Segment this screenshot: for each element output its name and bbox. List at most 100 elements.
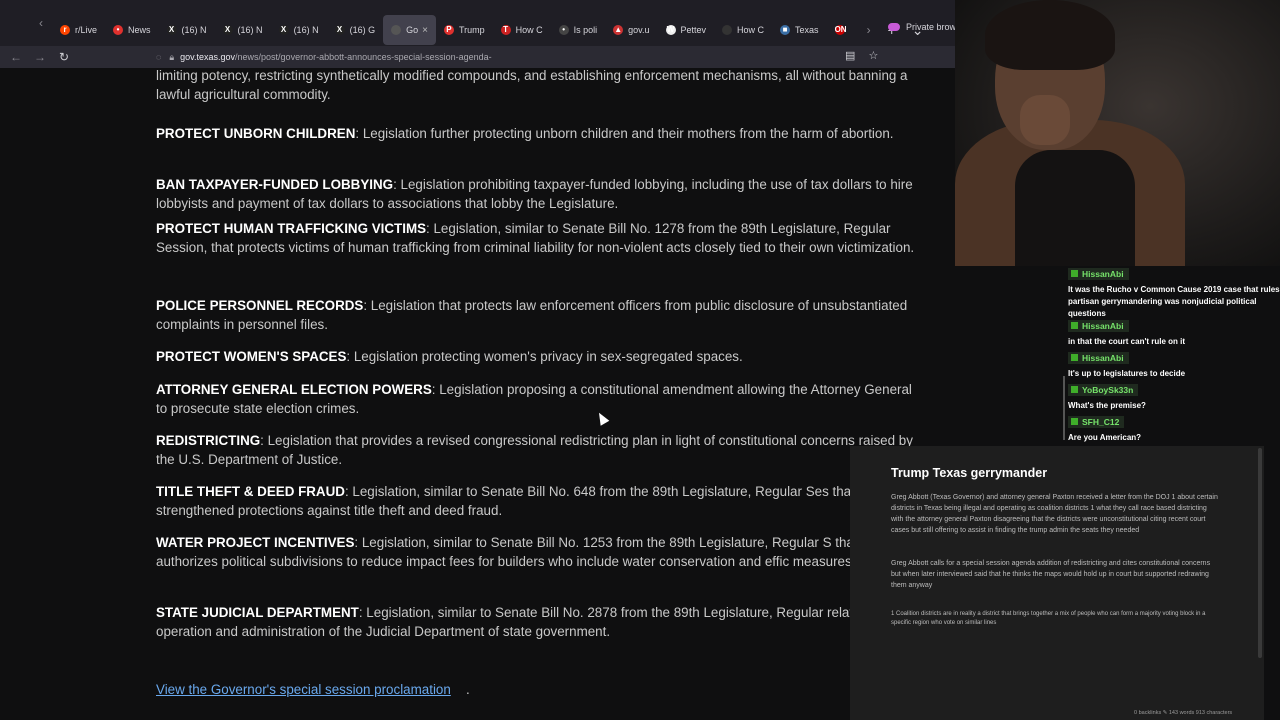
browser-tab[interactable]: X (16) N <box>159 15 215 45</box>
agenda-item-title: BAN TAXPAYER-FUNDED LOBBYING <box>156 177 394 192</box>
tab-label: How C <box>515 25 543 35</box>
tab-favicon-icon: T <box>500 25 511 35</box>
tab-label: Is poli <box>573 25 598 35</box>
browser-tab[interactable]: X (16) N <box>271 15 327 45</box>
agenda-item-title: PROTECT UNBORN CHILDREN <box>156 126 356 141</box>
tab-favicon-icon <box>722 25 733 35</box>
chat-message: HissanAbi It's up to legislatures to deci… <box>1068 348 1280 380</box>
tab-label: How C <box>737 25 765 35</box>
chat-message-text: It was the Rucho v Common Cause 2019 cas… <box>1068 285 1280 318</box>
browser-tab[interactable]: ON <box>827 15 858 45</box>
streamer-hand <box>1020 95 1070 145</box>
browser-tab[interactable]: r r/Live <box>52 15 105 45</box>
url-host: gov.texas.gov <box>180 52 236 62</box>
note-paragraph-1: Greg Abbott (Texas Governor) and attorne… <box>891 494 1218 534</box>
forward-arrow-icon[interactable]: → <box>28 50 52 64</box>
private-browsing-indicator: Private browsi <box>888 22 963 32</box>
agenda-item: PROTECT UNBORN CHILDREN: Legislation fur… <box>156 124 916 143</box>
browser-tab[interactable]: X (16) G <box>327 15 384 45</box>
chat-message-text: What's the premise? <box>1068 401 1146 410</box>
reader-view-icon[interactable]: ▤ <box>845 50 855 62</box>
note-title: Trump Texas gerrymander <box>891 466 1048 480</box>
tab-label: gov.u <box>628 25 650 35</box>
back-arrow-icon[interactable]: ← <box>4 50 28 64</box>
tab-favicon-icon: W <box>665 25 676 35</box>
tab-scroll-right-icon[interactable]: › <box>858 23 880 37</box>
chat-username-text: HissanAbi <box>1082 320 1124 331</box>
tab-favicon-icon: P <box>443 25 454 35</box>
chat-scrollbar[interactable] <box>1063 376 1065 440</box>
agenda-item: POLICE PERSONNEL RECORDS: Legislation th… <box>156 296 916 334</box>
reload-icon[interactable]: ↻ <box>52 50 76 64</box>
chat-username[interactable]: HissanAbi <box>1068 267 1129 280</box>
tab-label: r/Live <box>75 25 98 35</box>
chat-username[interactable]: SFH_C12 <box>1068 415 1125 428</box>
tab-favicon-icon: X <box>334 25 345 35</box>
tab-favicon-icon: • <box>558 25 569 35</box>
tab-label: (16) N <box>181 25 207 35</box>
chat-overlay: HissanAbi It was the Rucho v Common Cause… <box>1062 266 1280 446</box>
agenda-item-title: STATE JUDICIAL DEPARTMENT <box>156 605 359 620</box>
agenda-item: REDISTRICTING: Legislation that provides… <box>156 431 916 469</box>
tab-close-icon[interactable]: × <box>422 25 428 36</box>
tab-favicon-icon: X <box>222 25 233 35</box>
url-bar[interactable]: ◌ 🔒︎ gov.texas.gov /news/post/governor-a… <box>156 48 886 66</box>
tab-favicon-icon: ▲ <box>613 25 624 35</box>
tab-favicon-icon: X <box>166 25 177 35</box>
agenda-item-title: ATTORNEY GENERAL ELECTION POWERS <box>156 382 432 397</box>
tab-scroll-left-icon[interactable]: ‹ <box>30 16 52 30</box>
notes-panel: Trump Texas gerrymander Greg Abbott (Tex… <box>850 446 1264 720</box>
agenda-item: PROTECT HUMAN TRAFFICKING VICTIMS: Legis… <box>156 219 916 257</box>
tab-label: Trump <box>458 25 485 35</box>
webcam-overlay <box>955 0 1280 266</box>
tab-label: Go <box>406 25 419 35</box>
notes-scrollbar[interactable] <box>1258 448 1262 658</box>
chat-username-text: YoBoySk33n <box>1082 384 1134 395</box>
chat-username[interactable]: HissanAbi <box>1068 319 1129 332</box>
private-mask-icon <box>888 23 900 31</box>
chat-message: HissanAbi in that the court can't rule on… <box>1068 316 1280 348</box>
browser-tab[interactable]: • News <box>105 15 159 45</box>
agenda-item: WATER PROJECT INCENTIVES: Legislation, s… <box>156 533 916 571</box>
browser-tab[interactable]: W Pettev <box>658 15 715 45</box>
proclamation-period: . <box>466 682 470 697</box>
browser-tab[interactable]: X (16) N <box>215 15 271 45</box>
browser-tab[interactable]: ■ Texas <box>772 15 827 45</box>
tab-label: (16) N <box>237 25 263 35</box>
chat-message-text: It's up to legislatures to decide <box>1068 369 1186 378</box>
browser-tab[interactable]: ▲ gov.u <box>605 15 657 45</box>
agenda-item-title: REDISTRICTING <box>156 433 261 448</box>
note-paragraph-2: Greg Abbott calls for a special session … <box>891 560 1211 589</box>
tab-favicon-icon: • <box>113 25 124 35</box>
tab-label: News <box>128 25 151 35</box>
browser-tab[interactable]: • Is poli <box>551 15 606 45</box>
browser-tab[interactable]: Go × <box>383 15 436 45</box>
agenda-item: BAN TAXPAYER-FUNDED LOBBYING: Legislatio… <box>156 175 916 213</box>
streamer-shirt <box>1015 150 1135 266</box>
chat-badge-icon <box>1071 270 1078 277</box>
tab-strip: r r/Live • News X (16) N X (16) N X (16) N X (16) G… <box>52 1 858 45</box>
bookmark-star-icon[interactable]: ☆ <box>868 50 878 62</box>
browser-tab[interactable]: P Trump <box>436 15 493 45</box>
browser-tab[interactable]: T How C <box>493 15 551 45</box>
tab-label: (16) G <box>349 25 376 35</box>
lock-icon[interactable]: 🔒︎ <box>169 52 174 63</box>
screen: ‹ r r/Live • News X (16) N X (16) N X (16) N X (16)… <box>0 0 1280 720</box>
chat-badge-icon <box>1071 354 1078 361</box>
chat-message-text: Are you American? <box>1068 433 1142 442</box>
chat-username[interactable]: YoBoySk33n <box>1068 383 1139 396</box>
tab-favicon-icon: ON <box>834 25 847 35</box>
chat-badge-icon <box>1071 418 1078 425</box>
proclamation-link[interactable]: View the Governor's special session proc… <box>156 680 451 699</box>
note-status-bar: 0 backlinks ✎ 143 words 913 characters <box>1134 710 1233 716</box>
streamer-hair <box>985 0 1115 70</box>
shield-icon[interactable]: ◌ <box>156 52 161 62</box>
chat-message: YoBoySk33n What's the premise? <box>1068 380 1280 412</box>
url-path: /news/post/governor-abbott-announces-spe… <box>235 52 492 62</box>
chat-message-text: in that the court can't rule on it <box>1068 337 1186 346</box>
chat-username-text: HissanAbi <box>1082 268 1124 279</box>
browser-tab[interactable]: How C <box>714 15 772 45</box>
chat-badge-icon <box>1071 322 1078 329</box>
chat-username[interactable]: HissanAbi <box>1068 351 1129 364</box>
chat-username-text: HissanAbi <box>1082 352 1124 363</box>
